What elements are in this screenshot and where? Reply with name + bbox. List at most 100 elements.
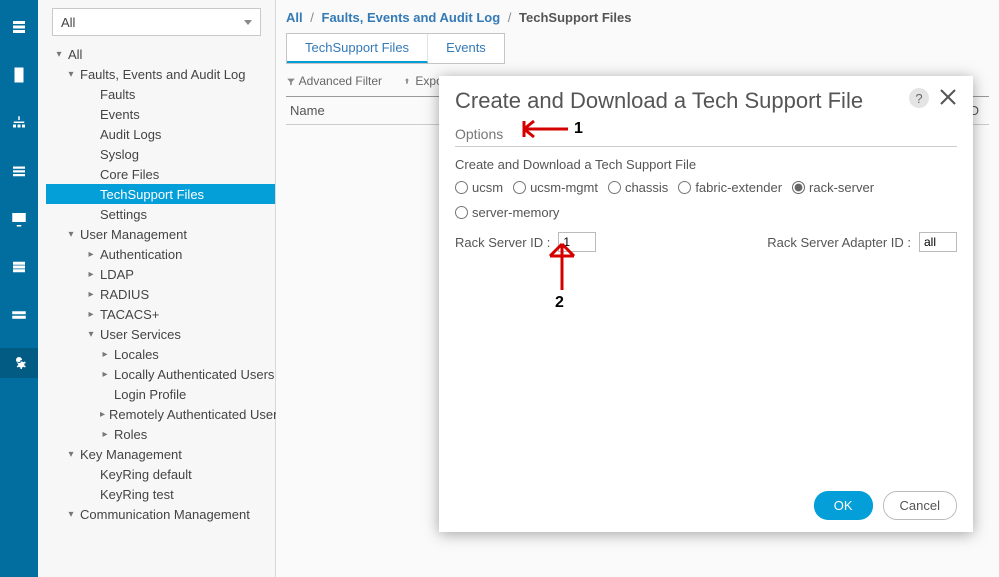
tree-item-label: Remotely Authenticated Users bbox=[109, 407, 284, 422]
tab-techsupport-files[interactable]: TechSupport Files bbox=[287, 34, 428, 63]
close-icon[interactable] bbox=[939, 88, 957, 106]
tree-item[interactable]: Key Management bbox=[46, 444, 275, 464]
tree-item-label: TechSupport Files bbox=[100, 187, 204, 202]
open-arrow-icon[interactable] bbox=[66, 69, 76, 80]
tree-item[interactable]: All bbox=[46, 44, 275, 64]
crumb-all[interactable]: All bbox=[286, 10, 303, 25]
tree-item-label: Syslog bbox=[100, 147, 139, 162]
rail-san-icon[interactable] bbox=[0, 156, 38, 186]
tree-item-label: Locally Authenticated Users bbox=[114, 367, 274, 382]
tree-item[interactable]: Events bbox=[46, 104, 275, 124]
tree-item-label: User Services bbox=[100, 327, 181, 342]
tree-item-label: LDAP bbox=[100, 267, 134, 282]
annotation-2: 2 bbox=[555, 294, 564, 312]
rack-server-id-label: Rack Server ID : bbox=[455, 235, 550, 250]
tree-item[interactable]: TechSupport Files bbox=[46, 184, 275, 204]
tree-panel: All All Faults, Events and Audit Log Fault… bbox=[38, 0, 276, 577]
tree-item-label: KeyRing default bbox=[100, 467, 192, 482]
closed-arrow-icon[interactable] bbox=[100, 409, 105, 420]
tree-item[interactable]: Faults, Events and Audit Log bbox=[46, 64, 275, 84]
rail-storage-icon[interactable] bbox=[0, 252, 38, 282]
closed-arrow-icon[interactable] bbox=[86, 289, 96, 300]
tree-item[interactable]: Core Files bbox=[46, 164, 275, 184]
rail-lan-icon[interactable] bbox=[0, 108, 38, 138]
radio-rack-server[interactable]: rack-server bbox=[792, 180, 874, 195]
tree-item-label: User Management bbox=[80, 227, 187, 242]
annotation-1: 1 bbox=[574, 120, 583, 138]
closed-arrow-icon[interactable] bbox=[86, 249, 96, 260]
crumb-current: TechSupport Files bbox=[519, 10, 631, 25]
create-techsupport-dialog: Create and Download a Tech Support File … bbox=[439, 76, 973, 532]
closed-arrow-icon[interactable] bbox=[100, 349, 110, 360]
tree-item-label: RADIUS bbox=[100, 287, 149, 302]
tree-filter-value: All bbox=[61, 15, 75, 30]
tree-item[interactable]: KeyRing test bbox=[46, 484, 275, 504]
open-arrow-icon[interactable] bbox=[86, 329, 96, 340]
nav-rail bbox=[0, 0, 38, 577]
rail-servers-icon[interactable] bbox=[0, 60, 38, 90]
dialog-body-label: Create and Download a Tech Support File bbox=[455, 157, 957, 172]
radio-server-memory[interactable]: server-memory bbox=[455, 205, 559, 220]
rack-server-adapter-id-input[interactable] bbox=[919, 232, 957, 252]
tree-item-label: Key Management bbox=[80, 447, 182, 462]
open-arrow-icon[interactable] bbox=[66, 449, 76, 460]
tree-item[interactable]: Login Profile bbox=[46, 384, 275, 404]
tree-item-label: Faults, Events and Audit Log bbox=[80, 67, 246, 82]
radio-chassis[interactable]: chassis bbox=[608, 180, 668, 195]
radio-ucsm[interactable]: ucsm bbox=[455, 180, 503, 195]
closed-arrow-icon[interactable] bbox=[100, 369, 110, 380]
help-icon[interactable]: ? bbox=[909, 88, 929, 108]
tree-item-label: Core Files bbox=[100, 167, 159, 182]
radio-fabric-extender[interactable]: fabric-extender bbox=[678, 180, 782, 195]
chevron-down-icon bbox=[244, 20, 252, 25]
breadcrumb: All / Faults, Events and Audit Log / Tec… bbox=[276, 0, 999, 31]
closed-arrow-icon[interactable] bbox=[86, 269, 96, 280]
rail-vm-icon[interactable] bbox=[0, 204, 38, 234]
ok-button[interactable]: OK bbox=[814, 491, 873, 520]
crumb-faults[interactable]: Faults, Events and Audit Log bbox=[322, 10, 501, 25]
tree-item[interactable]: Settings bbox=[46, 204, 275, 224]
closed-arrow-icon[interactable] bbox=[100, 429, 110, 440]
tree-item-label: Locales bbox=[114, 347, 159, 362]
rack-server-adapter-id-label: Rack Server Adapter ID : bbox=[767, 235, 911, 250]
tree-item[interactable]: User Services bbox=[46, 324, 275, 344]
nav-tree: All Faults, Events and Audit Log Faults Eve… bbox=[38, 44, 275, 524]
tree-item[interactable]: Locales bbox=[46, 344, 275, 364]
tree-item[interactable]: Roles bbox=[46, 424, 275, 444]
tree-item[interactable]: Audit Logs bbox=[46, 124, 275, 144]
tree-item-label: Communication Management bbox=[80, 507, 250, 522]
open-arrow-icon[interactable] bbox=[66, 509, 76, 520]
closed-arrow-icon[interactable] bbox=[86, 309, 96, 320]
tree-item-label: Audit Logs bbox=[100, 127, 161, 142]
dialog-title: Create and Download a Tech Support File bbox=[455, 88, 909, 114]
options-section-header: Options bbox=[455, 126, 957, 147]
tree-item-label: Roles bbox=[114, 427, 147, 442]
rack-server-id-input[interactable] bbox=[558, 232, 596, 252]
tree-filter-dropdown[interactable]: All bbox=[52, 8, 261, 36]
tree-item-label: Events bbox=[100, 107, 140, 122]
tree-item[interactable]: RADIUS bbox=[46, 284, 275, 304]
rail-admin-icon[interactable] bbox=[0, 348, 38, 378]
tree-item[interactable]: KeyRing default bbox=[46, 464, 275, 484]
open-arrow-icon[interactable] bbox=[66, 229, 76, 240]
radio-ucsm-mgmt[interactable]: ucsm-mgmt bbox=[513, 180, 598, 195]
tab-events[interactable]: Events bbox=[428, 34, 504, 63]
tree-item[interactable]: Communication Management bbox=[46, 504, 275, 524]
tree-item[interactable]: TACACS+ bbox=[46, 304, 275, 324]
tree-item[interactable]: Authentication bbox=[46, 244, 275, 264]
advanced-filter-button[interactable]: Advanced Filter bbox=[286, 74, 382, 88]
open-arrow-icon[interactable] bbox=[54, 49, 64, 60]
rail-equipment-icon[interactable] bbox=[0, 12, 38, 42]
tree-item[interactable]: Locally Authenticated Users bbox=[46, 364, 275, 384]
tree-item-label: TACACS+ bbox=[100, 307, 159, 322]
tree-item[interactable]: Faults bbox=[46, 84, 275, 104]
cancel-button[interactable]: Cancel bbox=[883, 491, 957, 520]
tree-item[interactable]: Syslog bbox=[46, 144, 275, 164]
tree-item[interactable]: Remotely Authenticated Users bbox=[46, 404, 275, 424]
rail-chassis-icon[interactable] bbox=[0, 300, 38, 330]
tree-item[interactable]: LDAP bbox=[46, 264, 275, 284]
rack-server-adapter-id-field: Rack Server Adapter ID : bbox=[767, 232, 957, 252]
tree-item-label: All bbox=[68, 47, 82, 62]
tree-item[interactable]: User Management bbox=[46, 224, 275, 244]
tree-item-label: Login Profile bbox=[114, 387, 186, 402]
